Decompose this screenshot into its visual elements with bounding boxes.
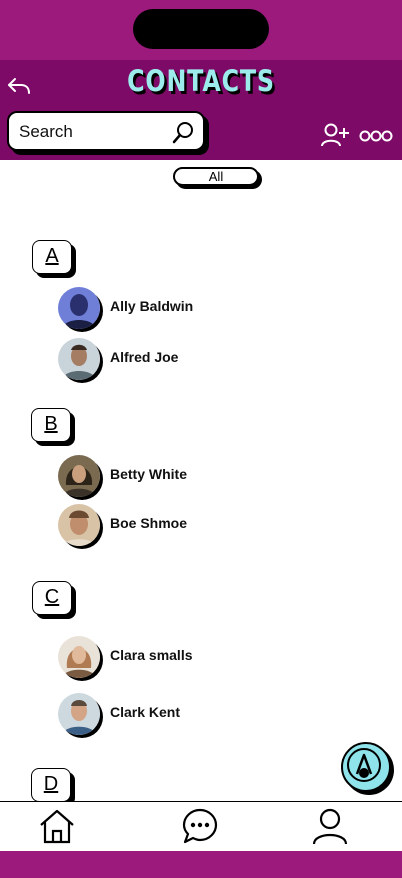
contact-item[interactable]: Clark Kent: [58, 693, 358, 737]
section-header-b: B: [31, 408, 71, 442]
avatar: [58, 287, 100, 329]
avatar: [58, 455, 100, 497]
chat-icon[interactable]: [181, 807, 219, 845]
home-icon[interactable]: [38, 807, 76, 845]
contact-item[interactable]: Ally Baldwin: [58, 287, 358, 331]
contact-name: Betty White: [110, 466, 187, 482]
avatar: [58, 636, 100, 678]
contact-item[interactable]: Alfred Joe: [58, 338, 358, 382]
page-title: CONTACTS: [127, 64, 275, 98]
contact-name: Clara smalls: [110, 647, 193, 663]
bottom-navigation: [0, 801, 402, 852]
home-indicator-bar: [0, 851, 402, 878]
profile-icon[interactable]: [311, 807, 349, 845]
contact-name: Alfred Joe: [110, 349, 179, 365]
section-header-d: D: [31, 768, 71, 802]
contact-item[interactable]: Clara smalls: [58, 636, 358, 680]
avatar: [58, 693, 100, 735]
contact-name: Ally Baldwin: [110, 298, 194, 314]
section-header-c: C: [32, 581, 72, 615]
compose-button[interactable]: [341, 742, 391, 792]
camera-notch: [133, 9, 269, 49]
search-box[interactable]: [7, 111, 205, 151]
compose-icon: [347, 748, 381, 782]
back-arrow-icon[interactable]: [6, 74, 32, 98]
filter-all-button[interactable]: All: [173, 167, 259, 186]
more-icon[interactable]: [359, 129, 393, 143]
status-bar: [0, 0, 402, 60]
contact-name: Boe Shmoe: [110, 515, 188, 531]
avatar: [58, 338, 100, 380]
avatar: [58, 504, 100, 546]
contact-item[interactable]: Boe Shmoe: [58, 504, 358, 548]
contact-item[interactable]: Betty White: [58, 455, 358, 499]
search-icon[interactable]: [171, 121, 195, 145]
section-header-a: A: [32, 240, 72, 274]
contact-name: Clark Kent: [110, 704, 181, 720]
search-input[interactable]: [19, 121, 159, 143]
add-user-icon[interactable]: [320, 122, 350, 148]
